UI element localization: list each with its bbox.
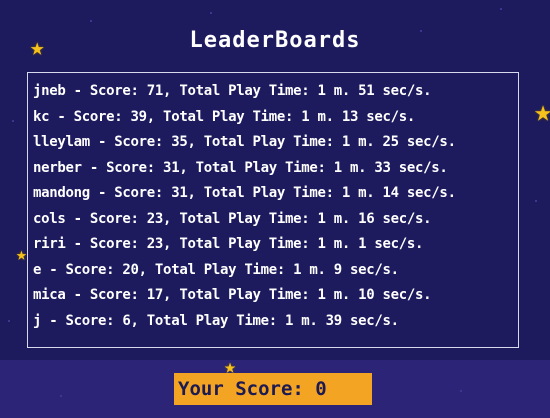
background-dot xyxy=(535,200,537,202)
background-dot xyxy=(8,320,10,322)
background-dot xyxy=(500,8,502,10)
star-icon: ★ xyxy=(534,94,550,129)
background-dot xyxy=(90,20,92,22)
background-dot xyxy=(210,12,212,14)
background-dot xyxy=(60,395,62,397)
leaderboard-title: LeaderBoards xyxy=(189,28,361,53)
background-dot xyxy=(12,120,14,122)
leaderboard-entry: j - Score: 6, Total Play Time: 1 m. 39 s… xyxy=(33,312,399,329)
leaderboard-entry: lleylam - Score: 35, Total Play Time: 1 … xyxy=(33,134,456,150)
leaderboard-entry: mica - Score: 17, Total Play Time: 1 m. … xyxy=(33,287,432,303)
leaderboard-list: jneb - Score: 71, Total Play Time: 1 m. … xyxy=(28,73,518,334)
leaderboard-entry: kc - Score: 39, Total Play Time: 1 m. 13… xyxy=(33,108,416,125)
background-dot xyxy=(460,390,462,392)
your-score-display: Your Score: 0 xyxy=(174,373,372,405)
leaderboard-entry: mandong - Score: 31, Total Play Time: 1 … xyxy=(33,185,456,201)
star-icon: ★ xyxy=(16,244,27,265)
leaderboard-entry: e - Score: 20, Total Play Time: 1 m. 9 s… xyxy=(33,261,399,278)
leaderboard-entry: cols - Score: 23, Total Play Time: 1 m. … xyxy=(33,210,432,227)
leaderboard-panel: jneb - Score: 71, Total Play Time: 1 m. … xyxy=(27,72,519,348)
leaderboard-entry: nerber - Score: 31, Total Play Time: 1 m… xyxy=(33,159,448,176)
leaderboard-entry: riri - Score: 23, Total Play Time: 1 m. … xyxy=(33,236,424,252)
leaderboard-entry: jneb - Score: 71, Total Play Time: 1 m. … xyxy=(33,83,432,99)
